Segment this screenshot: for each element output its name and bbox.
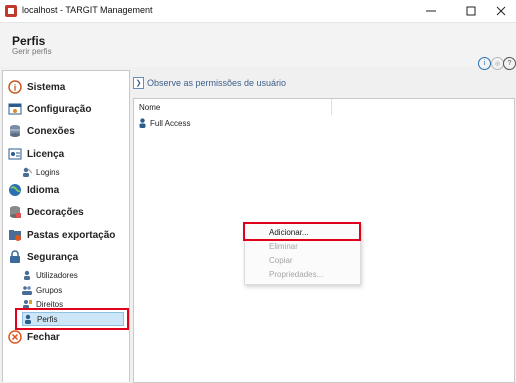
- sidebar-item-sistema[interactable]: i Sistema: [8, 78, 65, 96]
- chevron-right-icon: ❯: [133, 77, 144, 89]
- highlight-box-adicionar: [243, 222, 361, 241]
- sidebar-item-utilizadores[interactable]: Utilizadores: [22, 269, 78, 281]
- sidebar-item-grupos[interactable]: Grupos: [22, 284, 62, 296]
- logins-icon: [22, 167, 32, 177]
- database-icon: [8, 124, 22, 138]
- page-subtitle: Gerir perfis: [12, 47, 52, 56]
- minimize-button[interactable]: [414, 0, 448, 22]
- column-header-nome[interactable]: Nome: [134, 99, 332, 115]
- sidebar-item-label: Logins: [36, 167, 60, 177]
- maximize-button[interactable]: [454, 0, 488, 22]
- sidebar-item-configuracao[interactable]: Configuração: [8, 100, 91, 118]
- list-item[interactable]: Full Access: [138, 118, 190, 128]
- sidebar-item-seguranca[interactable]: Segurança: [8, 248, 78, 266]
- sidebar-item-label: Pastas exportação: [27, 229, 116, 241]
- sidebar-item-label: Utilizadores: [36, 270, 78, 280]
- info-icon[interactable]: i: [478, 57, 491, 70]
- app-icon: [5, 5, 17, 17]
- sidebar-item-label: Configuração: [27, 103, 92, 115]
- license-icon: [8, 147, 22, 161]
- highlight-box-perfis: [15, 308, 129, 330]
- close-icon: [496, 6, 506, 16]
- info-icon: i: [8, 80, 22, 94]
- menu-item-propriedades: Propriedades...: [269, 270, 324, 279]
- lock-icon: [8, 250, 22, 264]
- breadcrumb-text: Observe as permissões de usuário: [147, 78, 287, 88]
- decorations-icon: [8, 205, 22, 219]
- sidebar-item-label: Grupos: [36, 285, 63, 295]
- sidebar-item-conexoes[interactable]: Conexões: [8, 122, 75, 140]
- sidebar-item-label: Decorações: [27, 206, 84, 218]
- users-icon: [22, 270, 32, 280]
- sidebar-item-logins[interactable]: Logins: [22, 166, 60, 178]
- close-circle-icon: [8, 330, 22, 344]
- sidebar-item-fechar[interactable]: Fechar: [8, 328, 60, 346]
- export-folders-icon: [8, 228, 22, 242]
- sidebar-item-label: Conexões: [27, 125, 75, 137]
- breadcrumb[interactable]: ❯ Observe as permissões de usuário: [133, 77, 286, 89]
- sidebar-item-label: Sistema: [27, 81, 66, 93]
- minimize-icon: [426, 10, 436, 12]
- sidebar-item-label: Licença: [27, 148, 65, 160]
- groups-icon: [22, 285, 32, 295]
- profile-icon: [139, 118, 146, 128]
- settings-icon: [8, 102, 22, 116]
- sidebar-item-decoracoes[interactable]: Decorações: [8, 203, 84, 221]
- sidebar-item-label: Fechar: [27, 331, 60, 343]
- column-header-label: Nome: [139, 103, 161, 112]
- maximize-icon: [466, 6, 476, 16]
- globe-icon: [8, 183, 22, 197]
- title-bar: localhost - TARGIT Management: [0, 0, 516, 23]
- help-icon[interactable]: ?: [503, 57, 516, 70]
- sidebar-item-licenca[interactable]: Licença: [8, 145, 64, 163]
- sidebar-item-pastas-exportacao[interactable]: Pastas exportação: [8, 226, 115, 244]
- menu-item-eliminar: Eliminar: [269, 242, 298, 251]
- sidebar-item-label: Idioma: [27, 184, 60, 196]
- page-title: Perfis: [12, 34, 46, 48]
- list-item-label: Full Access: [150, 118, 191, 128]
- menu-item-copiar: Copiar: [269, 256, 293, 265]
- page-header: Perfis Gerir perfis: [0, 23, 516, 67]
- sidebar-item-idioma[interactable]: Idioma: [8, 181, 59, 199]
- close-window-button[interactable]: [484, 0, 516, 22]
- window-title: localhost - TARGIT Management: [22, 5, 153, 15]
- sidebar-item-label: Segurança: [27, 251, 79, 263]
